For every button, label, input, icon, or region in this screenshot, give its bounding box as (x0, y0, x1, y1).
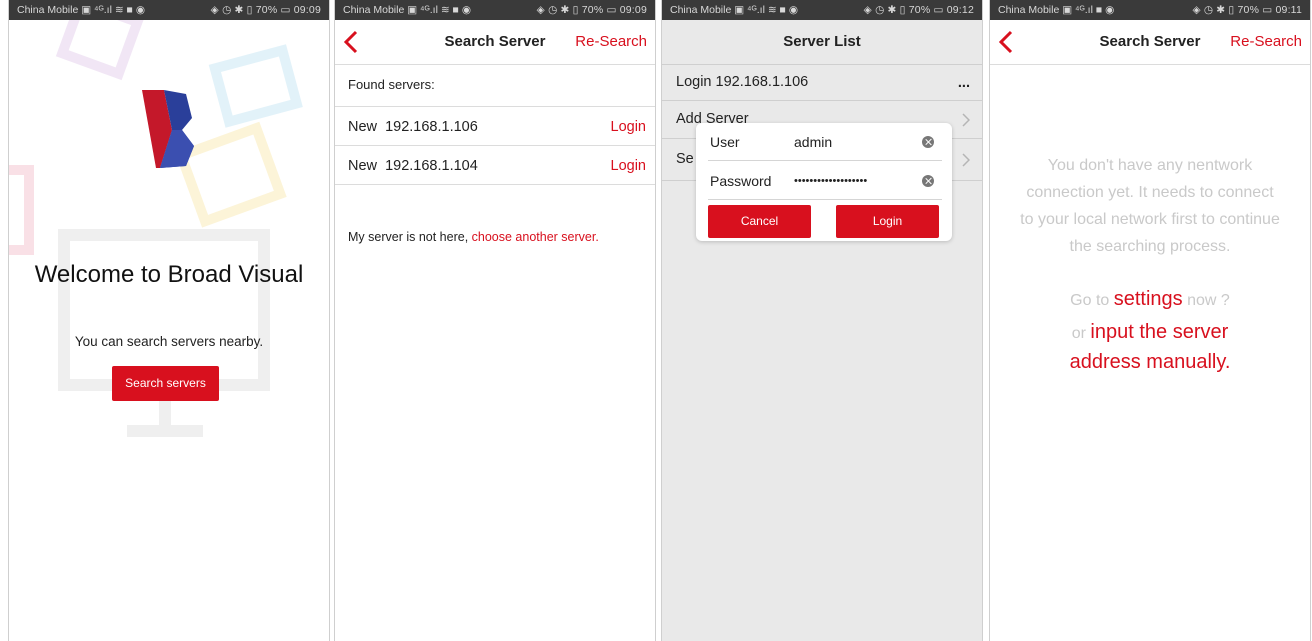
server-login-link[interactable]: Login (611, 158, 646, 174)
server-tag: New (348, 119, 378, 135)
server-login-link[interactable]: Login (611, 119, 646, 135)
server-row[interactable]: New 192.168.1.106 Login (335, 107, 655, 146)
status-right: ◈ ◷ ✱ ▯ 70% ▭ 09:11 (1192, 4, 1302, 16)
password-label: Password (710, 173, 772, 189)
found-servers-label: Found servers: (348, 77, 435, 92)
user-field[interactable]: User admin (708, 123, 942, 161)
nav-bar: Server List (662, 20, 982, 65)
go-to-settings-line: Go to settings now ? (990, 288, 1310, 311)
status-bar: China Mobile ▣ ⁴ᴳ.ıl ≋ ■ ◉ ◈ ◷ ✱ ▯ 70% ▭… (662, 0, 982, 20)
status-carrier: China Mobile ▣ ⁴ᴳ.ıl ≋ ■ ◉ (17, 4, 145, 16)
password-field[interactable]: Password ••••••••••••••••••• (708, 162, 942, 200)
cancel-button[interactable]: Cancel (708, 205, 811, 238)
re-search-button[interactable]: Re-Search (1230, 33, 1302, 50)
status-bar: China Mobile ▣ ⁴ᴳ.ıl ■ ◉ ◈ ◷ ✱ ▯ 70% ▭ 0… (990, 0, 1310, 20)
server-list-item[interactable]: Login 192.168.1.106 ... (662, 65, 982, 101)
go-to-text: Go to (1070, 292, 1114, 309)
chevron-right-icon (962, 153, 970, 167)
server-row[interactable]: New 192.168.1.104 Login (335, 146, 655, 185)
no-network-message: You don't have any nentwork connection y… (1020, 157, 1280, 255)
now-text: now ? (1182, 292, 1230, 309)
more-icon[interactable]: ... (958, 75, 970, 91)
manual-address-line: or input the server address manually. (1040, 318, 1260, 377)
no-network-screen: China Mobile ▣ ⁴ᴳ.ıl ■ ◉ ◈ ◷ ✱ ▯ 70% ▭ 0… (989, 0, 1311, 641)
status-right: ◈ ◷ ✱ ▯ 70% ▭ 09:12 (863, 4, 974, 16)
clear-icon[interactable] (922, 175, 934, 187)
found-servers-header: Found servers: (335, 65, 655, 107)
not-here-note: My server is not here, choose another se… (348, 230, 599, 244)
search-servers-button[interactable]: Search servers (112, 366, 219, 401)
welcome-screen: China Mobile ▣ ⁴ᴳ.ıl ≋ ■ ◉ ◈ ◷ ✱ ▯ 70% ▭… (8, 0, 330, 641)
server-info: New 192.168.1.104 (348, 158, 478, 174)
settings-link[interactable]: settings (1114, 288, 1183, 310)
welcome-title: Welcome to Broad Visual (34, 261, 304, 288)
status-bar: China Mobile ▣ ⁴ᴳ.ıl ≋ ■ ◉ ◈ ◷ ✱ ▯ 70% ▭… (9, 0, 329, 20)
chevron-right-icon (962, 113, 970, 127)
or-text: or (1071, 325, 1091, 342)
page-title: Server List (783, 33, 861, 50)
login-button[interactable]: Login (836, 205, 939, 238)
broad-visual-logo-icon (142, 90, 194, 168)
welcome-subtitle: You can search servers nearby. (74, 334, 264, 349)
search-server-screen: China Mobile ▣ ⁴ᴳ.ıl ≋ ■ ◉ ◈ ◷ ✱ ▯ 70% ▭… (334, 0, 656, 641)
login-dialog: User admin Password ••••••••••••••••••• … (696, 123, 952, 241)
server-list-label: Login 192.168.1.106 (676, 74, 809, 90)
server-ip: 192.168.1.106 (385, 119, 478, 135)
re-search-button[interactable]: Re-Search (575, 33, 647, 50)
status-carrier: China Mobile ▣ ⁴ᴳ.ıl ≋ ■ ◉ (670, 4, 798, 16)
status-right: ◈ ◷ ✱ ▯ 70% ▭ 09:09 (210, 4, 321, 16)
screenshot-row: China Mobile ▣ ⁴ᴳ.ıl ≋ ■ ◉ ◈ ◷ ✱ ▯ 70% ▭… (0, 0, 1312, 641)
choose-another-server-link[interactable]: choose another server. (472, 230, 599, 244)
nav-bar: Search Server Re-Search (335, 20, 655, 65)
server-list-screen: China Mobile ▣ ⁴ᴳ.ıl ≋ ■ ◉ ◈ ◷ ✱ ▯ 70% ▭… (661, 0, 983, 641)
not-here-text: My server is not here, (348, 230, 472, 244)
manual-address-link[interactable]: input the server address manually. (1070, 321, 1231, 373)
status-right: ◈ ◷ ✱ ▯ 70% ▭ 09:09 (536, 4, 647, 16)
nav-bar: Search Server Re-Search (990, 20, 1310, 65)
server-ip: 192.168.1.104 (385, 158, 478, 174)
user-label: User (710, 134, 740, 150)
server-info: New 192.168.1.106 (348, 119, 478, 135)
user-input[interactable]: admin (794, 134, 832, 150)
settings-label: Se (676, 151, 694, 167)
status-carrier: China Mobile ▣ ⁴ᴳ.ıl ■ ◉ (998, 4, 1115, 16)
status-carrier: China Mobile ▣ ⁴ᴳ.ıl ≋ ■ ◉ (343, 4, 471, 16)
password-input[interactable]: ••••••••••••••••••• (794, 175, 867, 187)
clear-icon[interactable] (922, 136, 934, 148)
status-bar: China Mobile ▣ ⁴ᴳ.ıl ≋ ■ ◉ ◈ ◷ ✱ ▯ 70% ▭… (335, 0, 655, 20)
server-tag: New (348, 158, 378, 174)
